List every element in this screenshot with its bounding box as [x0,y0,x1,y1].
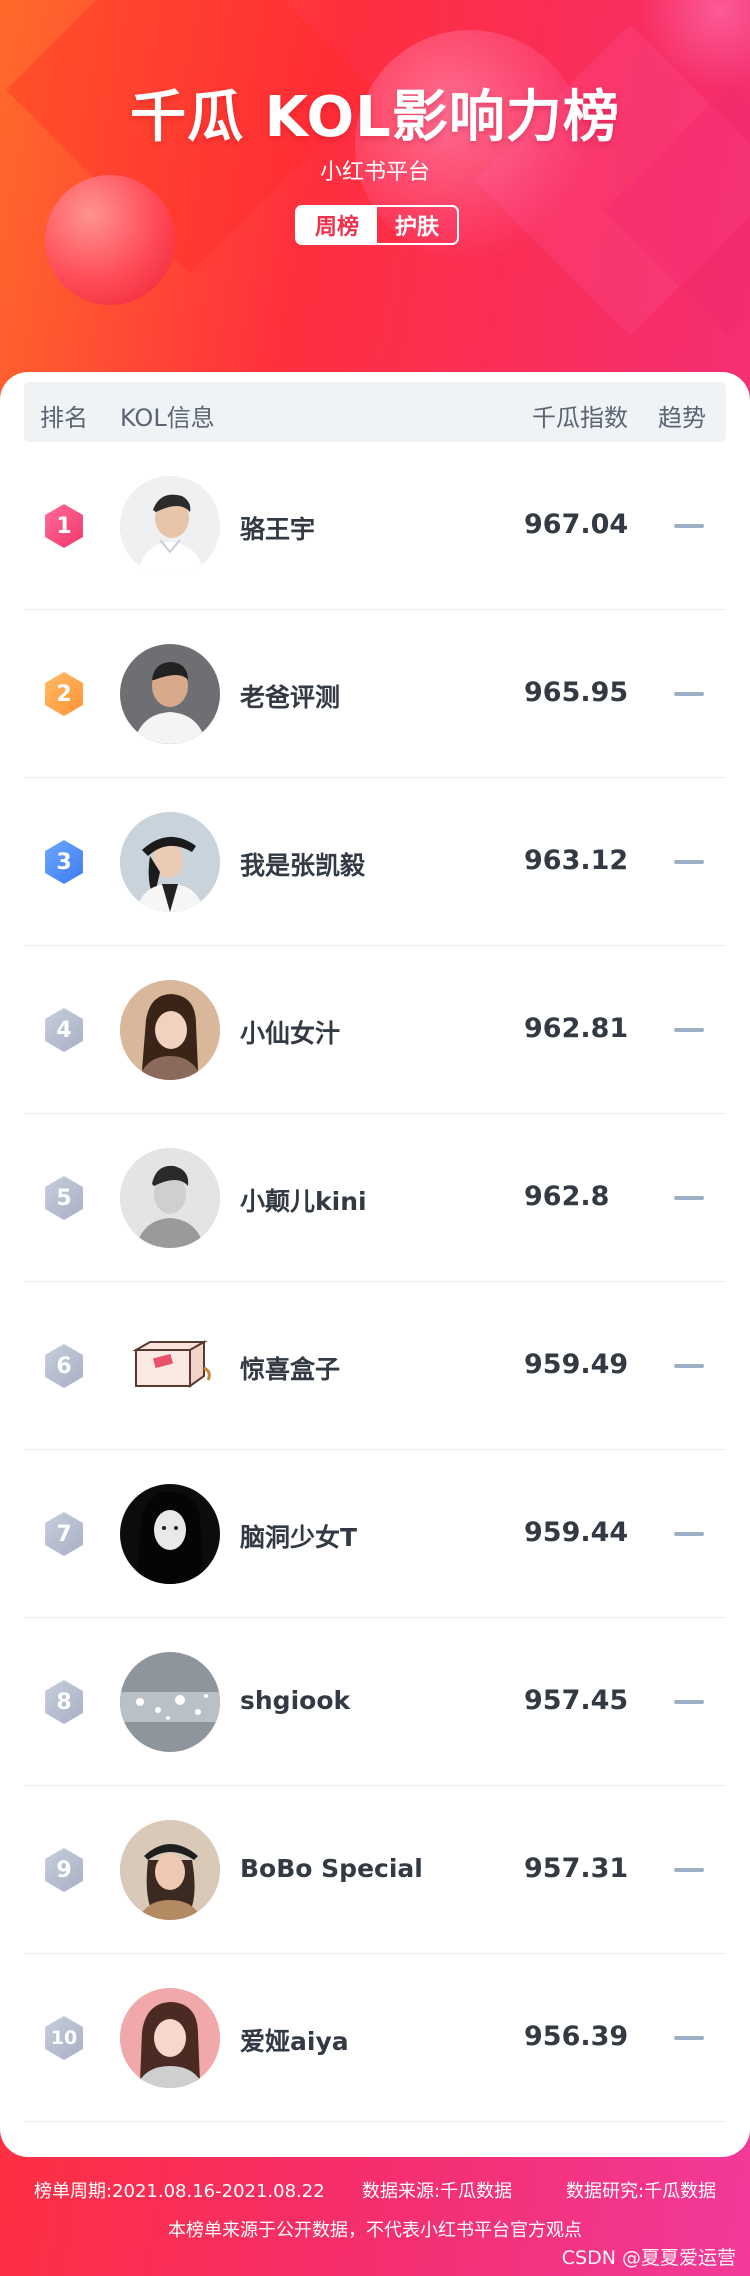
table-row[interactable]: 2 老爸评测 965.95 [24,610,726,778]
score-value: 957.31 [524,1853,629,1884]
kol-name[interactable]: 我是张凯毅 [240,846,365,882]
kol-name[interactable]: 老爸评测 [240,678,340,714]
score-value: 963.12 [524,845,629,876]
avatar[interactable] [120,1652,220,1752]
avatar[interactable] [120,476,220,576]
score-value: 956.39 [524,2021,629,2052]
table-row[interactable]: 3 我是张凯毅 963.12 [24,778,726,946]
table-row[interactable]: 4 小仙女汁 962.81 [24,946,726,1114]
rank-badge: 8 [45,1680,83,1724]
score-value: 957.45 [524,1685,629,1716]
column-header-trend: 趋势 [658,404,706,432]
data-research: 数据研究:千瓜数据 [566,2181,717,2202]
avatar[interactable] [120,980,220,1080]
kol-name[interactable]: 脑洞少女T [240,1518,357,1554]
rank-badge: 5 [45,1176,83,1220]
score-value: 965.95 [524,677,629,708]
trend-flat-icon [674,1028,704,1032]
table-row[interactable]: 6 惊喜盒子 959.49 [24,1282,726,1450]
kol-name[interactable]: 惊喜盒子 [240,1350,340,1386]
data-source: 数据来源:千瓜数据 [362,2181,513,2202]
score-value: 962.81 [524,1013,629,1044]
avatar[interactable] [120,1988,220,2088]
hero-banner: 千瓜 KOL影响力榜 小红书平台 周榜 护肤 [0,0,750,420]
table-row[interactable]: 1 骆王宇 967.04 [24,442,726,610]
platform-subtitle: 小红书平台 [319,160,430,185]
trend-flat-icon [674,2036,704,2040]
score-value: 967.04 [524,509,629,540]
disclaimer: 本榜单来源于公开数据，不代表小红书平台官方观点 [168,2220,582,2241]
table-row[interactable]: 9 BoBo Special 957.31 [24,1786,726,1954]
ranking-tabs: 周榜 护肤 [295,205,459,245]
trend-flat-icon [674,692,704,696]
tab-skincare[interactable]: 护肤 [377,207,457,243]
table-row[interactable]: 8 shgiook 957.45 [24,1618,726,1786]
avatar[interactable] [120,1484,220,1584]
rank-badge: 7 [45,1512,83,1556]
table-row[interactable]: 5 小颠儿kini 962.8 [24,1114,726,1282]
avatar[interactable] [120,812,220,912]
table-row[interactable]: 7 脑洞少女T 959.44 [24,1450,726,1618]
trend-flat-icon [674,860,704,864]
page-title: 千瓜 KOL影响力榜 [130,85,620,150]
kol-name[interactable]: 爱娅aiya [240,2022,349,2058]
column-header-score: 千瓜指数 [532,404,628,432]
avatar[interactable] [120,644,220,744]
avatar[interactable] [120,1820,220,1920]
rank-badge: 4 [45,1008,83,1052]
kol-name[interactable]: BoBo Special [240,1854,423,1883]
kol-name[interactable]: 小仙女汁 [240,1014,340,1050]
trend-flat-icon [674,1196,704,1200]
rank-badge: 2 [45,672,83,716]
rank-badge: 1 [45,504,83,548]
trend-flat-icon [674,524,704,528]
avatar[interactable] [120,1316,220,1416]
score-value: 959.44 [524,1517,629,1548]
score-value: 959.49 [524,1349,629,1380]
avatar[interactable] [120,1148,220,1248]
tab-weekly[interactable]: 周榜 [297,207,377,243]
column-header-kol: KOL信息 [120,404,215,432]
ranking-card: 排名 KOL信息 千瓜指数 趋势 1 骆王宇 967.04 2 老爸评测 965… [0,372,750,2157]
rank-badge: 3 [45,840,83,884]
rank-badge: 10 [45,2016,83,2060]
trend-flat-icon [674,1532,704,1536]
rank-badge: 9 [45,1848,83,1892]
score-value: 962.8 [524,1181,610,1212]
column-header-rank: 排名 [40,404,88,432]
trend-flat-icon [674,1700,704,1704]
watermark: CSDN @夏夏爱运营 [561,2247,736,2269]
ranking-period: 榜单周期:2021.08.16-2021.08.22 [34,2181,325,2202]
decor-ball [45,175,175,305]
trend-flat-icon [674,1868,704,1872]
rank-badge: 6 [45,1344,83,1388]
kol-name[interactable]: shgiook [240,1686,350,1715]
kol-name[interactable]: 骆王宇 [240,510,315,546]
table-row[interactable]: 10 爱娅aiya 956.39 [24,1954,726,2122]
table-header: 排名 KOL信息 千瓜指数 趋势 [24,382,726,442]
kol-name[interactable]: 小颠儿kini [240,1182,367,1218]
trend-flat-icon [674,1364,704,1368]
